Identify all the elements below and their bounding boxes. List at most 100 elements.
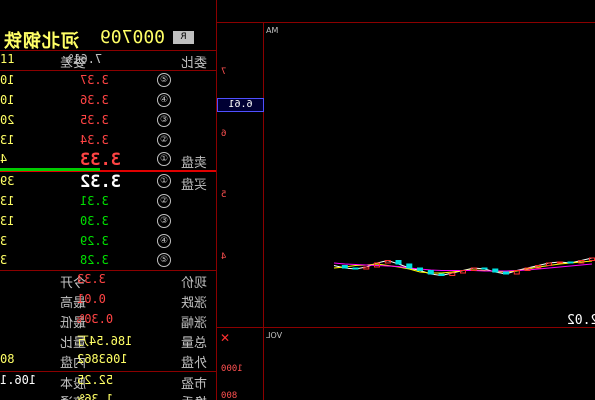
candle [406, 263, 413, 269]
level-index: ① [157, 152, 171, 166]
candle [470, 267, 477, 271]
candle [384, 260, 391, 264]
buy-price: 3.30 [80, 214, 109, 228]
sell-row-3[interactable]: 20 3.35 ③ [0, 111, 216, 132]
sell-price: 3.33 [80, 150, 121, 170]
buy-volume: 13 [0, 194, 15, 208]
price-chart[interactable] [264, 23, 595, 327]
buy-price: 3.32 [80, 172, 121, 192]
sell-volume: 13 [0, 133, 15, 147]
close-icon[interactable]: ✕ [220, 331, 230, 345]
stat-right-value: 3.33 [77, 272, 106, 286]
y-tick: 6 [221, 129, 227, 139]
candle [481, 267, 488, 270]
level-index: ⑤ [157, 73, 171, 87]
level-index: ② [157, 133, 171, 147]
stat-left-value: 80 [0, 352, 15, 366]
candle [503, 271, 509, 275]
stat-row: 106.1 股本 52.25 市盈 [0, 372, 216, 392]
candle [556, 261, 563, 264]
sell-volume: 4 [0, 152, 8, 166]
stat-right-value: 0.30% [77, 312, 114, 326]
candle [352, 267, 359, 270]
sell-volume: 10 [0, 93, 15, 107]
buy-volume: 39 [0, 174, 15, 188]
buy-volume: 3 [0, 253, 8, 267]
r-badge[interactable]: R [173, 31, 194, 44]
vol-tick: 1000 [221, 364, 243, 374]
ratio-left-value: 11 [0, 52, 15, 66]
candle [438, 273, 445, 276]
stat-right-value: 52.25 [77, 373, 114, 387]
buy-price: 3.29 [80, 234, 109, 248]
buy-row-3[interactable]: 13 3.30 ③ [0, 212, 216, 233]
vol-label: VOL [266, 331, 283, 340]
buy-row-4[interactable]: 3 3.29 ④ [0, 232, 216, 253]
sell-label: 卖盘 [181, 156, 208, 171]
stat-row: 最高 0.01 涨跌 [0, 291, 216, 311]
buy-volume: 13 [0, 214, 15, 228]
kline-chart-area[interactable]: MA 7 6.61 6 5 4 2.02 ✕ VOL 1000 800 [217, 0, 595, 400]
candle [363, 266, 370, 270]
stock-code: 000709 [100, 27, 166, 48]
y-tick: 4 [221, 252, 227, 262]
quote-panel: 河北钢铁 000709 R 11 7.61% 委差 委比 10 3.37 ⑤ 1… [0, 0, 217, 400]
sell-price: 3.35 [80, 113, 109, 127]
stat-right-value: 186.54万 [77, 334, 133, 348]
buy-price: 3.31 [80, 194, 109, 208]
stat-left-key: 涨幅 [181, 316, 208, 331]
level-index: ④ [157, 93, 171, 107]
buy-row-5[interactable]: 3 3.28 ⑤ [0, 251, 216, 272]
candle [589, 257, 595, 261]
sell-price: 3.36 [80, 93, 109, 107]
vol-tick: 800 [221, 391, 238, 400]
level-index: ③ [157, 214, 171, 228]
stat-row: 80 内盘 1063862 外盘 [0, 351, 216, 371]
candle [567, 261, 574, 264]
candle [460, 270, 466, 274]
stat-left-key: 涨跌 [181, 296, 208, 311]
candle [417, 267, 423, 271]
sell-row-4[interactable]: 10 3.36 ④ [0, 91, 216, 112]
low-price-label: 2.02 [567, 313, 595, 328]
ratio-diff-label: 委差 [60, 56, 87, 71]
bid-ask-ratio-bar [0, 168, 100, 171]
stat-right-value: 1063862 [77, 352, 128, 366]
candle [427, 270, 434, 275]
order-ratio-row: 11 7.61% 委差 委比 [0, 51, 216, 71]
sell-volume: 10 [0, 73, 15, 87]
ratio-label: 委比 [181, 56, 208, 71]
chart-volume-divider [217, 327, 595, 328]
level-index: ④ [157, 234, 171, 248]
stat-row: 量比 186.54万 总量 [0, 331, 216, 351]
stat-left-key: 外盘 [181, 356, 208, 371]
stat-right-value: 0.01 [77, 292, 106, 306]
buy-label: 买盘 [181, 178, 208, 193]
sell-price: 3.37 [80, 73, 109, 87]
stock-title-bar: 河北钢铁 000709 R [0, 22, 216, 52]
stat-row: 今开 3.33 现价 [0, 271, 216, 291]
buy-volume: 3 [0, 234, 8, 248]
level-index: ⑤ [157, 253, 171, 267]
buy-row-1[interactable]: 39 3.32 ① 买盘 [0, 172, 216, 193]
stat-left-key: 市盈 [181, 377, 208, 392]
sell-row-2[interactable]: 13 3.34 ② [0, 131, 216, 152]
stat-left-key: 现价 [181, 276, 208, 291]
buy-row-2[interactable]: 13 3.31 ② [0, 192, 216, 213]
y-tick: 7 [221, 67, 227, 77]
stat-right-value: 1.36% [77, 392, 114, 400]
current-price-box: 6.61 [217, 98, 264, 112]
stat-row: 最低 0.30% 涨幅 [0, 311, 216, 331]
candle [449, 272, 456, 276]
candle [395, 260, 402, 265]
candle [546, 262, 552, 266]
stat-row: 流通 1.36% 换手 [0, 391, 216, 400]
level-index: ③ [157, 113, 171, 127]
level-index: ① [157, 174, 171, 188]
sell-volume: 20 [0, 113, 15, 127]
stat-left-key: 总量 [181, 336, 208, 351]
candle [492, 268, 499, 273]
sell-row-5[interactable]: 10 3.37 ⑤ [0, 71, 216, 92]
stat-left-key: 换手 [181, 392, 207, 400]
candle [341, 265, 348, 269]
